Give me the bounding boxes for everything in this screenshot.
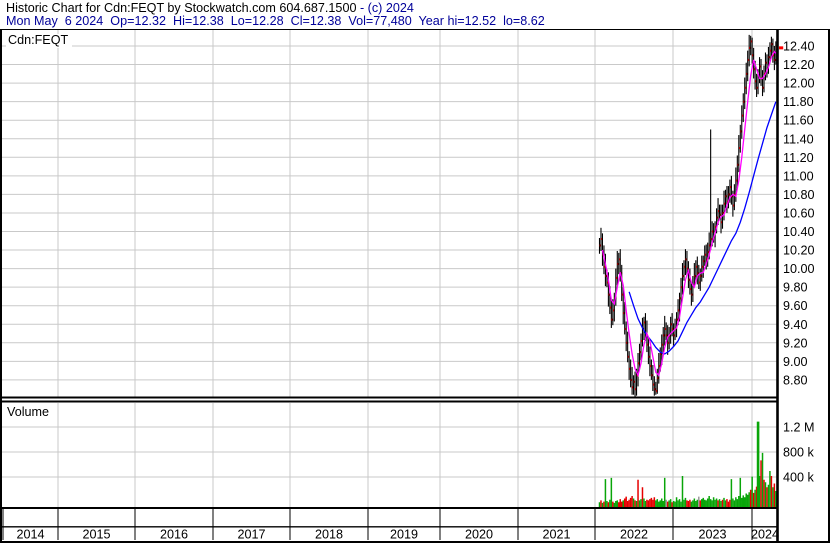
price-axis-label: 12.40 <box>783 40 815 54</box>
price-axis-label: 8.80 <box>783 373 808 387</box>
symbol-label: Cdn:FEQT <box>6 34 73 48</box>
year-axis-label: 2019 <box>390 528 418 542</box>
year-axis-label: 2023 <box>698 528 726 542</box>
chart-copyright: - (c) 2024 <box>356 1 414 15</box>
price-axis-label: 10.00 <box>783 262 815 276</box>
chart-borders <box>0 0 830 543</box>
price-axis-label: 11.00 <box>783 169 814 183</box>
ma-long-line <box>628 101 777 355</box>
price-axis-label: 9.20 <box>783 336 808 350</box>
volume-axis-label: 800 k <box>783 446 815 460</box>
price-axis-label: 11.60 <box>783 114 814 128</box>
year-axis-label: 2022 <box>620 528 648 542</box>
year-axis-label: 2018 <box>315 528 343 542</box>
year-axis-label: 2021 <box>542 528 570 542</box>
price-axis-label: 9.00 <box>783 355 808 369</box>
price-axis-label: 9.40 <box>783 318 808 332</box>
price-axis-label: 10.80 <box>783 188 815 202</box>
gridlines <box>2 30 778 508</box>
year-axis-label: 2024 <box>751 528 779 542</box>
price-axis-label: 12.00 <box>783 77 815 91</box>
last-price-tick <box>779 46 784 50</box>
volume-axis-label: 400 k <box>783 471 815 485</box>
quote-summary-line: Mon May 6 2024 Op=12.32 Hi=12.38 Lo=12.2… <box>6 14 545 28</box>
year-axis-label: 2016 <box>160 528 188 542</box>
year-axis-labels: 2014 2015 2016 2017 2018 2019 2020 2021 2022 2023… <box>16 528 779 542</box>
volume-pane-label: Volume <box>5 406 54 420</box>
price-axis-label: 10.60 <box>783 206 815 220</box>
price-axis-label: 9.60 <box>783 299 808 313</box>
price-axis-label: 10.40 <box>783 225 815 239</box>
chart-title: Historic Chart for Cdn:FEQT by Stockwatc… <box>6 1 357 15</box>
price-axis-label: 11.20 <box>783 151 814 165</box>
volume-axis-label: 1.2 M <box>783 421 815 435</box>
price-axis-label: 11.40 <box>783 132 814 146</box>
price-axis-label: 12.20 <box>783 58 815 72</box>
volume-axis-labels: 1.2 M 800 k 400 k <box>783 421 815 485</box>
chart-title-line: Historic Chart for Cdn:FEQT by Stockwatc… <box>6 1 414 15</box>
chart-titlebar: Historic Chart for Cdn:FEQT by Stockwatc… <box>0 0 830 29</box>
historic-chart-canvas: 12.40 12.20 12.00 11.80 11.60 11.40 11.20 11.00… <box>0 0 830 543</box>
price-axis-labels: 12.40 12.20 12.00 11.80 11.60 11.40 11.20 11.00… <box>783 40 815 388</box>
year-axis-label: 2015 <box>82 528 110 542</box>
year-axis-label: 2017 <box>237 528 265 542</box>
historic-chart-window: Historic Chart for Cdn:FEQT by Stockwatc… <box>0 0 830 543</box>
price-axis-label: 10.20 <box>783 244 815 258</box>
price-axis-label: 9.80 <box>783 281 808 295</box>
year-axis-label: 2020 <box>465 528 493 542</box>
year-axis-label: 2014 <box>16 528 44 542</box>
volume-series <box>598 421 777 507</box>
price-axis-label: 11.80 <box>783 95 814 109</box>
